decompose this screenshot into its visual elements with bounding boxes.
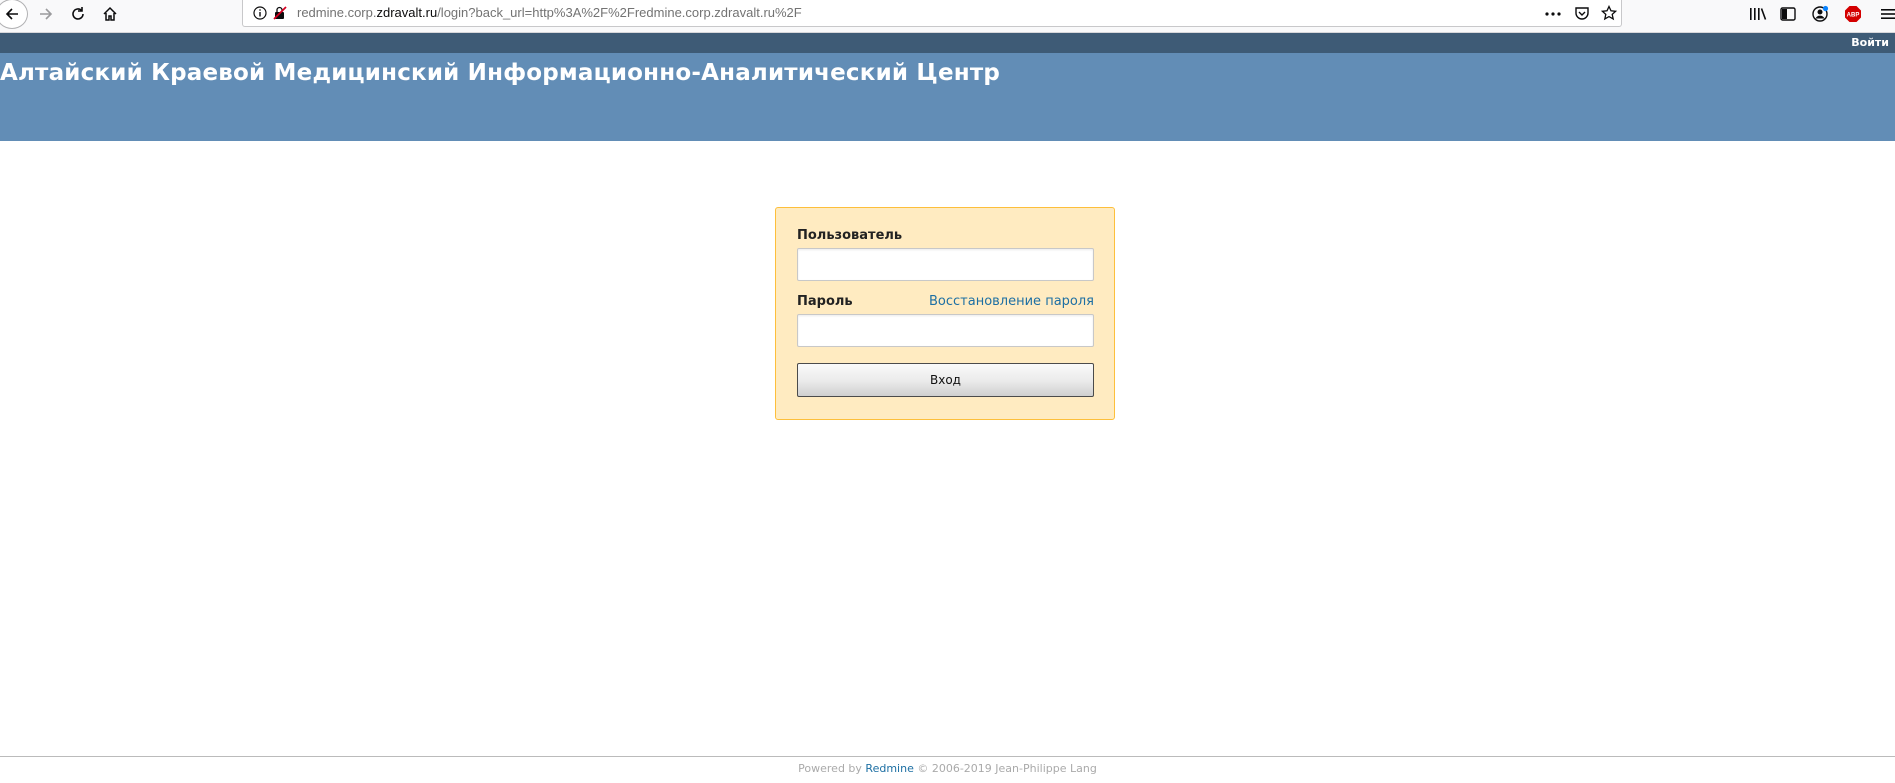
library-icon[interactable]: [1748, 5, 1768, 23]
lost-password-link[interactable]: Восстановление пароля: [929, 294, 1094, 309]
browser-toolbar: redmine.corp.zdravalt.ru/login?back_url=…: [0, 0, 1895, 33]
adblock-icon[interactable]: ABP: [1843, 5, 1863, 23]
pocket-icon[interactable]: [1572, 4, 1592, 22]
password-input[interactable]: [797, 314, 1094, 347]
site-title: Алтайский Краевой Медицинский Информацио…: [0, 60, 1001, 86]
footer-copyright: © 2006-2019 Jean-Philippe Lang: [917, 762, 1097, 775]
account-icon[interactable]: [1810, 5, 1830, 23]
back-button[interactable]: [0, 0, 28, 29]
username-label: Пользователь: [797, 228, 903, 243]
password-label: Пароль: [797, 294, 853, 309]
hamburger-icon[interactable]: [1878, 5, 1895, 23]
footer-powered-by: Powered by: [798, 762, 862, 775]
url-text[interactable]: redmine.corp.zdravalt.ru/login?back_url=…: [297, 5, 802, 20]
reload-icon: [72, 7, 84, 20]
footer: Powered by Redmine © 2006-2019 Jean-Phil…: [0, 756, 1895, 783]
forward-button[interactable]: [30, 0, 62, 28]
reload-button[interactable]: [62, 0, 94, 28]
star-icon[interactable]: [1599, 4, 1619, 22]
adblock-label: ABP: [1847, 12, 1860, 18]
redmine-link[interactable]: Redmine: [865, 762, 913, 775]
more-icon[interactable]: [1543, 5, 1563, 23]
insecure-lock-icon[interactable]: [273, 6, 287, 20]
login-link[interactable]: Войти: [1851, 36, 1889, 49]
url-suffix: /login?back_url=http%3A%2F%2Fredmine.cor…: [437, 5, 802, 20]
header: Алтайский Краевой Медицинский Информацио…: [0, 53, 1895, 141]
home-icon: [103, 6, 117, 21]
login-form: Пользователь Пароль Восстановление парол…: [775, 207, 1115, 420]
url-bar[interactable]: redmine.corp.zdravalt.ru/login?back_url=…: [242, 0, 1622, 27]
info-icon[interactable]: [253, 6, 267, 20]
home-button[interactable]: [94, 0, 126, 28]
arrow-right-icon: [40, 8, 53, 20]
top-menu: Войти: [0, 33, 1895, 53]
arrow-left-icon: [5, 8, 18, 20]
username-input[interactable]: [797, 248, 1094, 281]
url-prefix: redmine.corp.: [297, 5, 377, 20]
url-domain: zdravalt.ru: [376, 5, 438, 20]
login-button[interactable]: Вход: [797, 363, 1094, 397]
sidebar-icon[interactable]: [1778, 5, 1798, 23]
